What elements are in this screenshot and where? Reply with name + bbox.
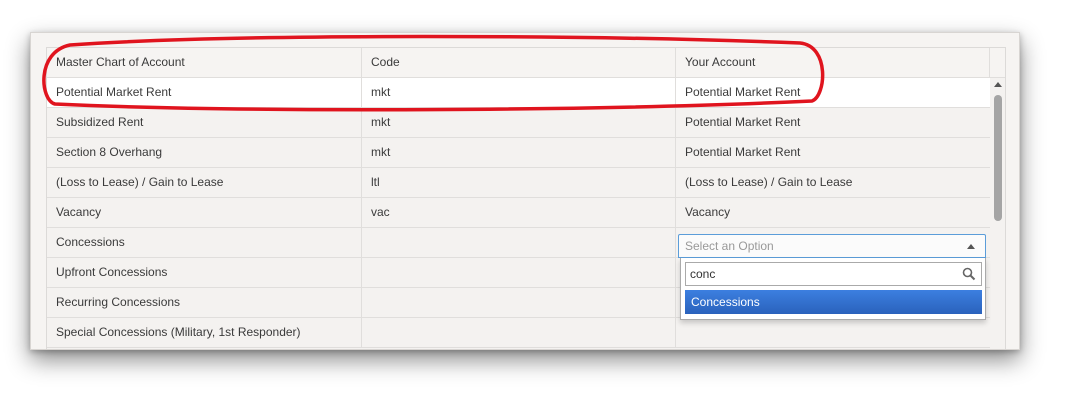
scrollbar-thumb[interactable] — [994, 95, 1002, 221]
table-row[interactable]: (Loss to Lease) / Gain to Lease ltl (Los… — [47, 168, 990, 198]
table-row[interactable]: Vacancy vac Vacancy — [47, 198, 990, 228]
table-header: Master Chart of Account Code Your Accoun… — [47, 48, 1005, 78]
your-account-cell[interactable]: Vacancy — [676, 198, 990, 227]
table-row[interactable]: Special Concessions (Military, 1st Respo… — [47, 318, 990, 348]
your-account-cell[interactable]: Potential Market Rent — [676, 78, 990, 107]
master-account-cell: Concessions — [47, 228, 362, 257]
code-cell: mkt — [362, 108, 676, 137]
column-header-master[interactable]: Master Chart of Account — [47, 48, 362, 77]
your-account-cell[interactable]: Potential Market Rent — [676, 108, 990, 137]
master-account-cell: (Loss to Lease) / Gain to Lease — [47, 168, 362, 197]
select-search-box[interactable] — [685, 262, 982, 286]
master-account-cell: Upfront Concessions — [47, 258, 362, 287]
code-cell: mkt — [362, 138, 676, 167]
code-cell — [362, 288, 676, 317]
column-header-your-account[interactable]: Your Account — [676, 48, 990, 77]
table-row[interactable]: Subsidized Rent mkt Potential Market Ren… — [47, 108, 990, 138]
your-account-cell[interactable]: (Loss to Lease) / Gain to Lease — [676, 168, 990, 197]
code-cell: vac — [362, 198, 676, 227]
account-mapping-grid: Master Chart of Account Code Your Accoun… — [46, 47, 1006, 349]
account-mapping-panel: Master Chart of Account Code Your Accoun… — [30, 32, 1020, 350]
vertical-scrollbar[interactable] — [991, 79, 1005, 349]
code-cell — [362, 318, 676, 347]
master-account-cell: Recurring Concessions — [47, 288, 362, 317]
column-header-code[interactable]: Code — [362, 48, 676, 77]
select-option-concessions[interactable]: Concessions — [685, 290, 982, 314]
code-cell: mkt — [362, 78, 676, 107]
scroll-up-icon[interactable] — [994, 82, 1002, 87]
select-placeholder: Select an Option — [685, 239, 774, 253]
your-account-cell[interactable]: Potential Market Rent — [676, 138, 990, 167]
code-cell: ltl — [362, 168, 676, 197]
code-cell — [362, 228, 676, 257]
master-account-cell: Subsidized Rent — [47, 108, 362, 137]
chevron-up-icon[interactable] — [967, 244, 975, 249]
select-search-input[interactable] — [686, 263, 960, 285]
select-dropdown: Concessions — [680, 258, 986, 320]
table-row[interactable]: Potential Market Rent mkt Potential Mark… — [47, 78, 990, 108]
master-account-cell: Potential Market Rent — [47, 78, 362, 107]
account-select[interactable]: Select an Option — [678, 234, 986, 258]
search-icon — [962, 267, 976, 281]
table-row[interactable]: Section 8 Overhang mkt Potential Market … — [47, 138, 990, 168]
master-account-cell: Section 8 Overhang — [47, 138, 362, 167]
master-account-cell: Vacancy — [47, 198, 362, 227]
master-account-cell: Special Concessions (Military, 1st Respo… — [47, 318, 362, 347]
code-cell — [362, 258, 676, 287]
your-account-cell[interactable] — [676, 318, 990, 347]
